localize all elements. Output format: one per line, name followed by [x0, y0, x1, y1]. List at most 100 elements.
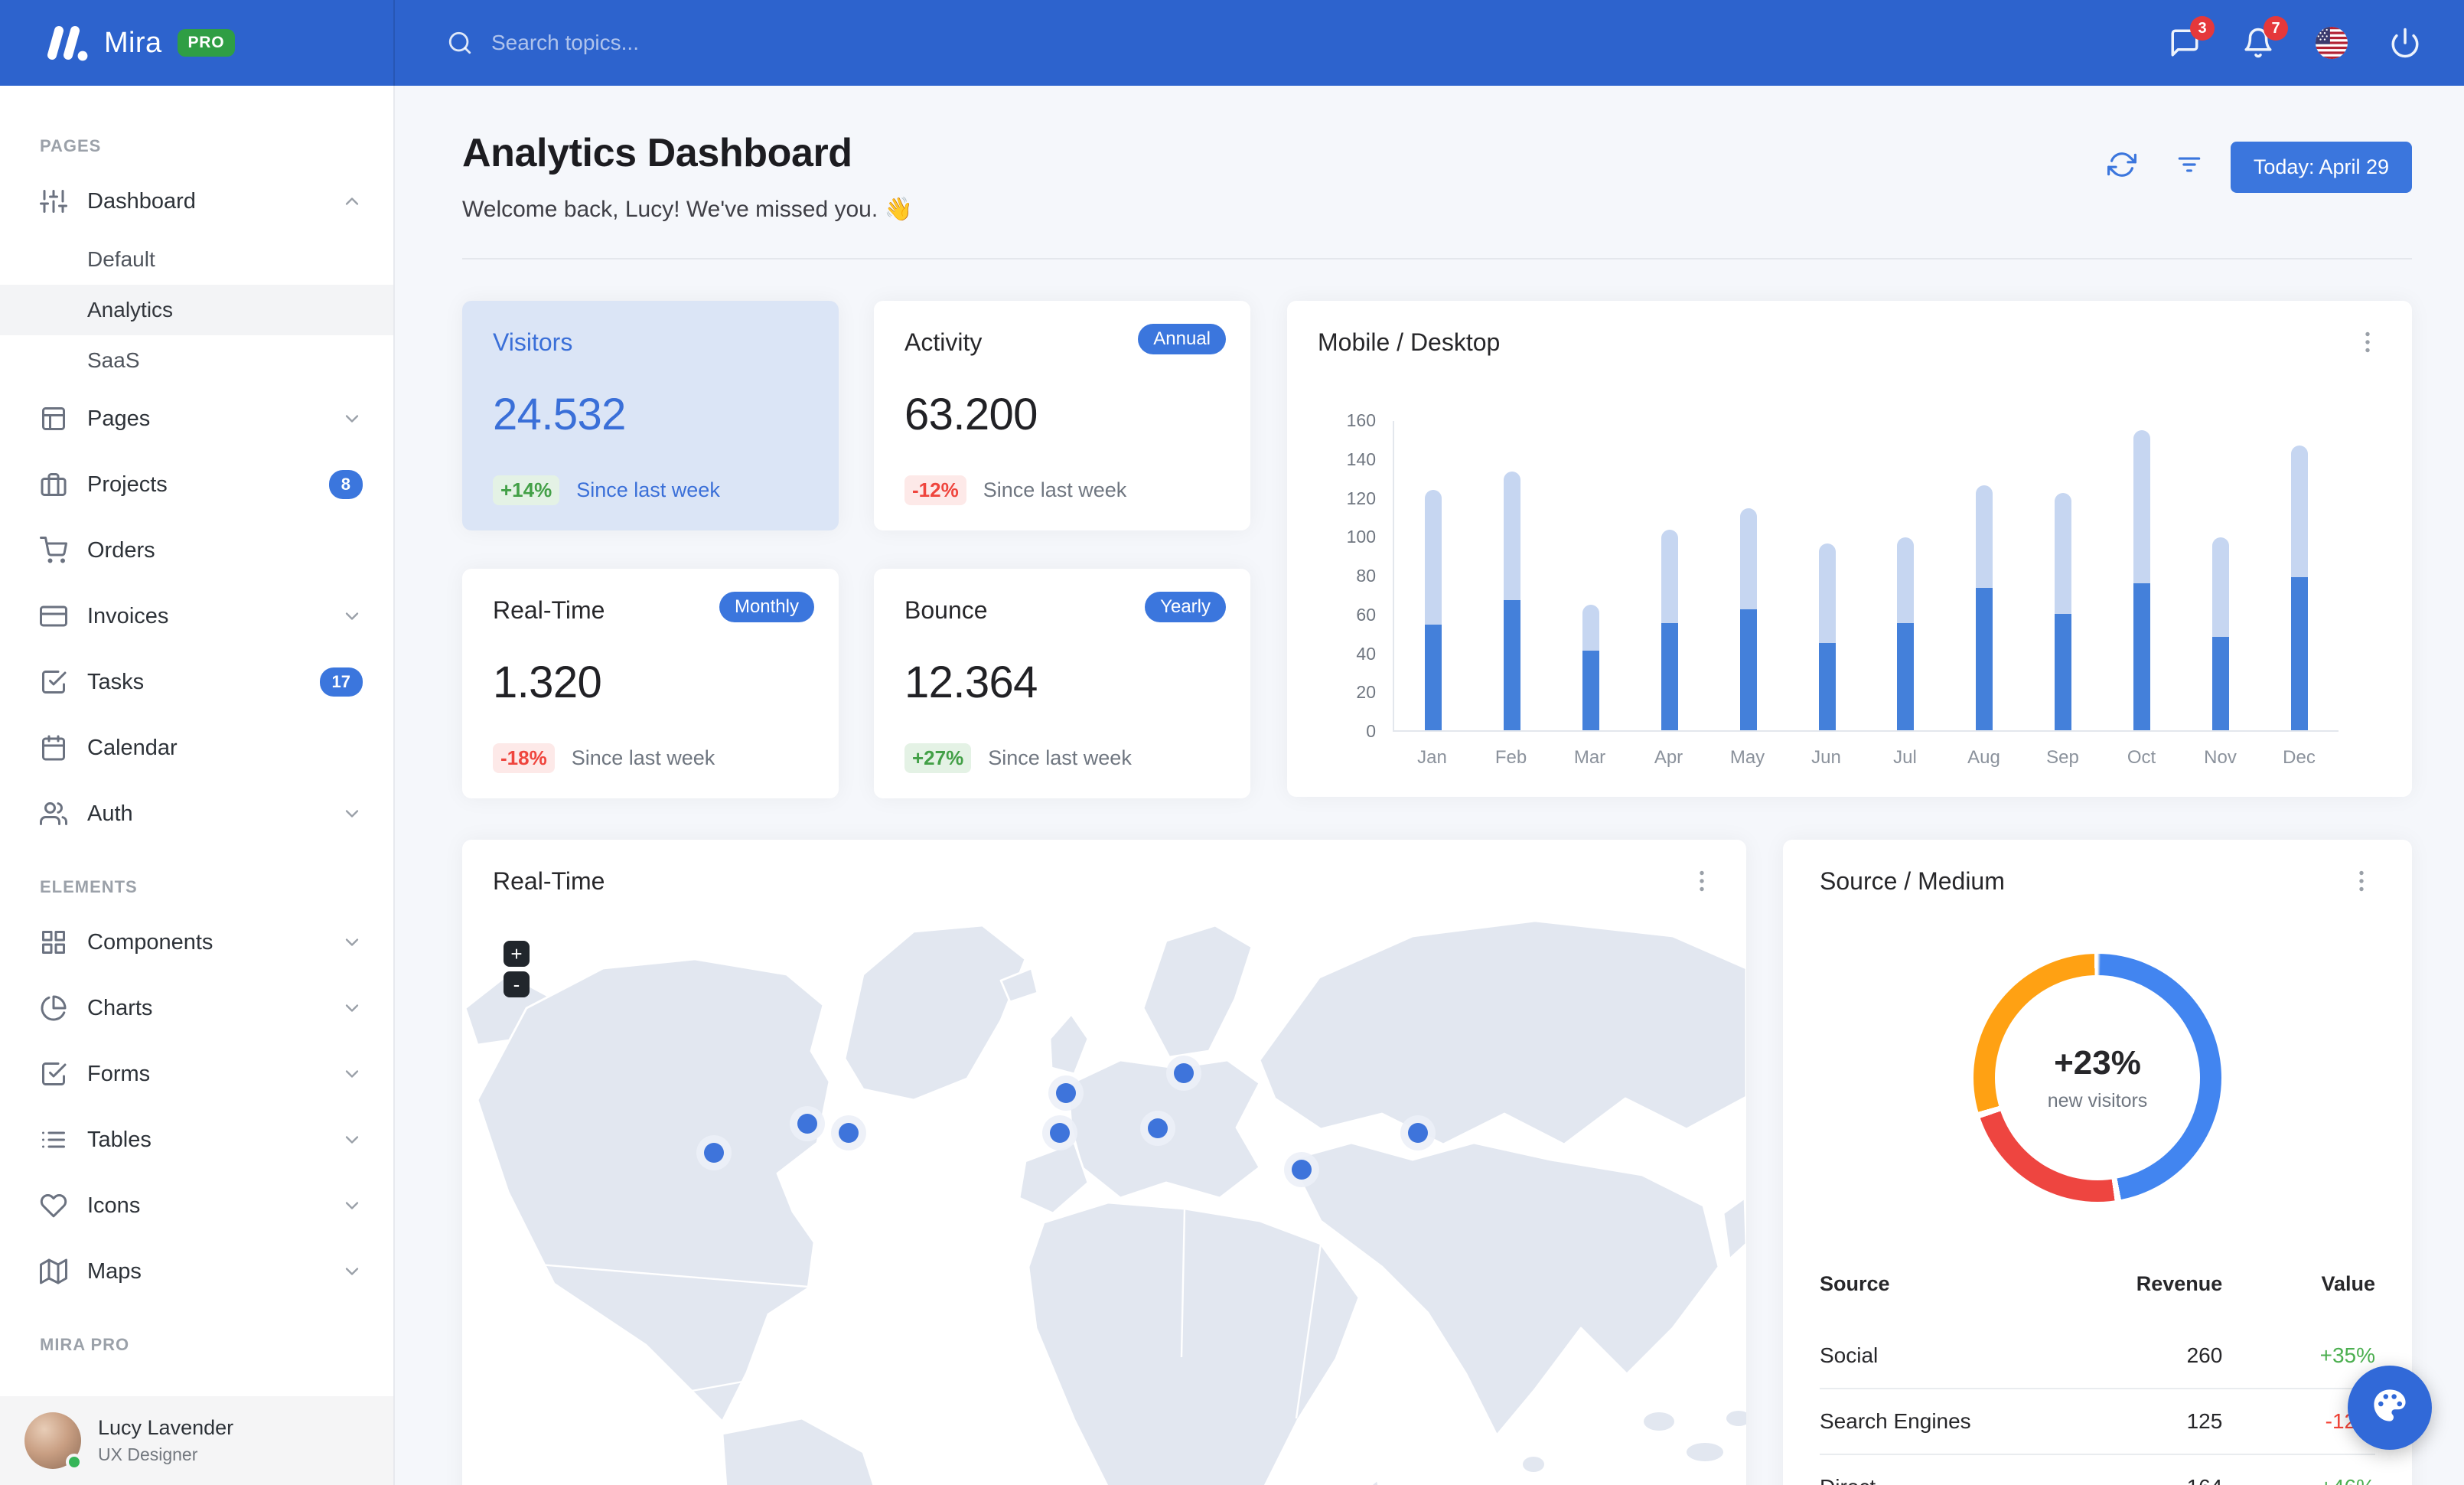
logout-button[interactable]	[2389, 27, 2421, 59]
map-marker-3[interactable]	[839, 1123, 859, 1143]
sidebar-item-auth[interactable]: Auth	[0, 781, 393, 847]
donut-center-value: +23%	[2054, 1043, 2141, 1082]
table-row-direct: Direct164+46%	[1820, 1454, 2375, 1485]
chart-menu-button[interactable]	[2354, 328, 2381, 356]
chevron-down-icon	[341, 932, 363, 953]
briefcase-icon	[40, 471, 67, 498]
map-marker-7[interactable]	[1148, 1118, 1168, 1138]
bar-oct[interactable]	[2102, 421, 2181, 730]
sidebar-item-projects[interactable]: Projects 8	[0, 452, 393, 517]
users-icon	[40, 800, 67, 827]
list-icon	[40, 1126, 67, 1154]
page-subtitle: Welcome back, Lucy! We've missed you. 👋	[462, 197, 913, 222]
stat-card-activity: Activity Annual 63.200 -12% Since last week	[874, 301, 1250, 530]
heart-icon	[40, 1192, 67, 1219]
messages-button[interactable]: 3	[2169, 16, 2215, 59]
header-actions: Today: April 29	[2096, 141, 2412, 193]
online-status-dot	[66, 1454, 83, 1470]
bar-dec[interactable]	[2260, 421, 2339, 730]
stat-value: 1.320	[493, 658, 602, 707]
stat-note: Since last week	[983, 478, 1127, 501]
map-marker-8[interactable]	[1292, 1160, 1312, 1180]
sidebar-item-invoices[interactable]: Invoices	[0, 583, 393, 649]
sidebar-item-tables[interactable]: Tables	[0, 1107, 393, 1173]
map-zoom-in-button[interactable]: +	[504, 941, 530, 967]
pro-badge: PRO	[177, 29, 236, 57]
map-icon	[40, 1258, 67, 1285]
bar-jun[interactable]	[1788, 421, 1866, 730]
theme-settings-fab[interactable]	[2348, 1366, 2432, 1450]
bar-apr[interactable]	[1630, 421, 1709, 730]
bar-jan[interactable]	[1394, 421, 1473, 730]
bar-may[interactable]	[1709, 421, 1788, 730]
sidebar-item-pages[interactable]: Pages	[0, 386, 393, 452]
search-input[interactable]	[491, 31, 1073, 55]
power-icon	[2389, 27, 2421, 59]
stat-value: 12.364	[904, 658, 1038, 707]
map-zoom-out-button[interactable]: -	[504, 971, 530, 997]
page-title: Analytics Dashboard	[462, 131, 852, 175]
source-menu-button[interactable]	[2348, 867, 2375, 895]
stat-note: Since last week	[576, 478, 720, 501]
refresh-button[interactable]	[2096, 141, 2148, 193]
date-range-button[interactable]: Today: April 29	[2230, 141, 2412, 193]
bar-jul[interactable]	[1866, 421, 1945, 730]
map-marker-9[interactable]	[1408, 1123, 1428, 1143]
sidebar-item-calendar[interactable]: Calendar	[0, 715, 393, 781]
map-marker-2[interactable]	[797, 1114, 817, 1134]
column-header-value: Value	[2321, 1272, 2375, 1295]
donut-chart: +23% new visitors	[1973, 954, 2221, 1202]
map-marker-6[interactable]	[1050, 1123, 1070, 1143]
sidebar-item-tasks[interactable]: Tasks 17	[0, 649, 393, 715]
stat-note: Since last week	[988, 746, 1132, 769]
palette-icon	[2370, 1385, 2410, 1431]
user-profile[interactable]: Lucy Lavender UX Designer	[0, 1396, 393, 1485]
sidebar-subitem-analytics[interactable]: Analytics	[0, 285, 393, 335]
sidebar-item-charts[interactable]: Charts	[0, 975, 393, 1041]
sidebar: PAGES Dashboard Default Analytics SaaS Pages P…	[0, 86, 395, 1485]
bar-feb[interactable]	[1473, 421, 1552, 730]
filter-button[interactable]	[2163, 141, 2215, 193]
map-menu-button[interactable]	[1688, 867, 1716, 895]
y-axis-labels: 160 140 120 100 80 60 40 20 0	[1346, 410, 1376, 741]
language-button[interactable]	[2316, 27, 2348, 59]
sidebar-item-orders[interactable]: Orders	[0, 517, 393, 583]
more-vertical-icon	[2354, 328, 2381, 356]
stat-change: -12%	[904, 475, 966, 505]
top-navbar: Mira PRO 3 7	[0, 0, 2464, 86]
sidebar-item-dashboard[interactable]: Dashboard	[0, 168, 393, 234]
stat-card-bounce: Bounce Yearly 12.364 +27% Since last week	[874, 569, 1250, 798]
brand[interactable]: Mira PRO	[0, 0, 395, 86]
map-marker-4[interactable]	[1056, 1083, 1076, 1103]
bar-chart: 160 140 120 100 80 60 40 20 0 Jan Feb Mar Apr May Jun…	[1318, 410, 2381, 769]
sidebar-item-forms[interactable]: Forms	[0, 1041, 393, 1107]
bar-mar[interactable]	[1552, 421, 1631, 730]
messages-badge: 3	[2190, 16, 2215, 41]
user-name: Lucy Lavender	[98, 1416, 234, 1439]
sidebar-section-mira-pro: MIRA PRO	[40, 1335, 130, 1354]
sidebar-item-icons[interactable]: Icons	[0, 1173, 393, 1239]
column-header-source: Source	[1820, 1272, 1890, 1295]
bar-sep[interactable]	[2024, 421, 2103, 730]
world-map	[462, 913, 1746, 1485]
mira-logo-icon	[43, 23, 89, 63]
sidebar-badge: 17	[319, 667, 363, 697]
sidebar-item-components[interactable]: Components	[0, 909, 393, 975]
sidebar-subitem-default[interactable]: Default	[0, 234, 393, 285]
bar-aug[interactable]	[1945, 421, 2024, 730]
bar-nov[interactable]	[2181, 421, 2260, 730]
column-header-revenue: Revenue	[2136, 1272, 2223, 1295]
chevron-down-icon	[341, 1195, 363, 1216]
stat-change: +14%	[493, 475, 560, 505]
navbar-actions: 3 7	[2169, 16, 2464, 59]
chevron-down-icon	[341, 408, 363, 429]
map-marker-5[interactable]	[1174, 1063, 1194, 1083]
source-medium-card: Source / Medium +23% new visitors Source…	[1783, 840, 2412, 1485]
stats-grid: Visitors 24.532 +14% Since last week Activit…	[462, 301, 1250, 798]
map-marker-1[interactable]	[704, 1143, 724, 1163]
sidebar-item-maps[interactable]: Maps	[0, 1239, 393, 1304]
notifications-button[interactable]: 7	[2242, 16, 2288, 59]
bar-chart-plot	[1393, 421, 2339, 732]
chevron-down-icon	[341, 803, 363, 824]
sidebar-subitem-saas[interactable]: SaaS	[0, 335, 393, 386]
